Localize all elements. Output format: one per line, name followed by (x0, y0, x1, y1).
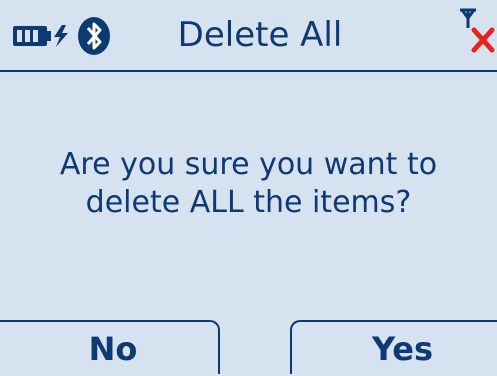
no-signal-icon (460, 8, 495, 53)
status-bar: Delete All (0, 0, 497, 72)
no-button-label: No (88, 330, 138, 368)
screen-title: Delete All (177, 15, 343, 55)
yes-button-label: Yes (372, 330, 433, 368)
no-button[interactable]: No (0, 320, 220, 374)
battery-charging-icon (13, 25, 68, 47)
message-line-1: Are you sure you want to (59, 147, 438, 182)
confirmation-message: Are you sure you want to delete ALL the … (0, 146, 497, 222)
yes-button[interactable]: Yes (290, 320, 497, 374)
message-line-2: delete ALL the items? (85, 185, 412, 220)
bluetooth-icon (78, 17, 110, 55)
